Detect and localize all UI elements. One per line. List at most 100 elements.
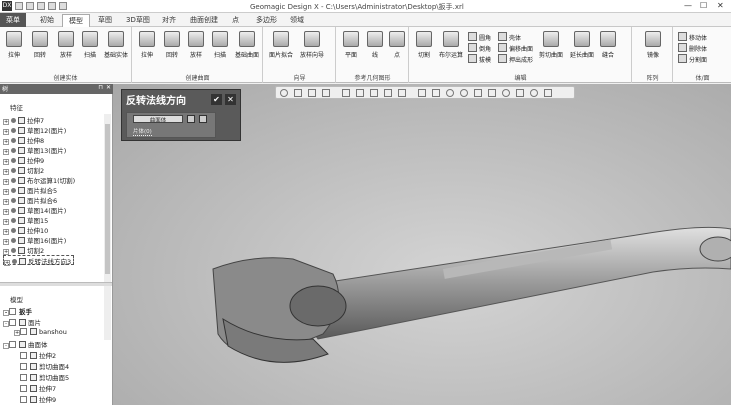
lasso-icon[interactable]	[488, 89, 496, 97]
model-item[interactable]: - 曲面体	[3, 339, 48, 349]
checkbox[interactable]	[20, 363, 27, 370]
move-body-button[interactable]: 移动体	[678, 32, 707, 42]
checkbox[interactable]	[20, 328, 27, 335]
feature-item-active[interactable]: + 反转法线方向3	[3, 255, 75, 266]
feature-item[interactable]: + 拉伸10	[3, 225, 48, 235]
point-button[interactable]: 点	[385, 31, 409, 59]
emboss-button[interactable]: 押出成形	[498, 54, 533, 64]
model-item[interactable]: 拉伸9	[20, 394, 56, 404]
tab-point[interactable]: 点	[232, 15, 239, 25]
sew-button[interactable]: 缝合	[596, 31, 620, 59]
tab-surface-create[interactable]: 曲面创建	[190, 15, 218, 25]
feature-item[interactable]: + 草图16(面片)	[3, 235, 66, 245]
tab-polygon[interactable]: 多边形	[256, 15, 277, 25]
section-icon[interactable]	[398, 89, 406, 97]
view-top-icon[interactable]	[356, 89, 364, 97]
tab-3d-sketch[interactable]: 3D草图	[126, 15, 150, 25]
sweep-surface-button[interactable]: 扫描	[208, 31, 232, 59]
new-file-icon[interactable]	[15, 2, 23, 10]
model-item[interactable]: 剪切曲面5	[20, 372, 69, 382]
feature-item[interactable]: + 拉伸7	[3, 115, 44, 125]
feature-item[interactable]: + 草图14(面片)	[3, 205, 66, 215]
feature-tree-scrollbar[interactable]	[104, 114, 111, 340]
feature-item[interactable]: + 面片拟合5	[3, 185, 57, 195]
display-icon[interactable]	[516, 89, 524, 97]
tab-region[interactable]: 领域	[290, 15, 304, 25]
revolve-solid-button[interactable]: 回转	[28, 31, 52, 59]
loft-surface-button[interactable]: 放样	[184, 31, 208, 59]
reverse-arrow-icon[interactable]	[199, 115, 207, 123]
cut-button[interactable]: 切割	[412, 31, 436, 59]
checkbox[interactable]	[9, 341, 16, 348]
minimize-button[interactable]: —	[684, 1, 692, 10]
redo-icon[interactable]	[59, 2, 67, 10]
filter-icon[interactable]	[474, 89, 482, 97]
checkbox[interactable]	[20, 385, 27, 392]
base-surface-button[interactable]: 基础曲面	[235, 31, 259, 59]
chamfer-button[interactable]: 倒角	[468, 43, 491, 53]
close-panel-button[interactable]: ✕	[106, 84, 111, 91]
view-rect-icon[interactable]	[294, 89, 302, 97]
open-file-icon[interactable]	[26, 2, 34, 10]
feature-item[interactable]: + 切割2	[3, 165, 44, 175]
shell-button[interactable]: 壳体	[498, 32, 521, 42]
feature-item[interactable]: + 拉伸8	[3, 135, 44, 145]
checkbox[interactable]	[20, 374, 27, 381]
mesh-fit-button[interactable]: 面片拟合	[266, 31, 296, 59]
mirror-button[interactable]: 镜像	[641, 31, 665, 59]
target-icon[interactable]	[187, 115, 195, 123]
model-item[interactable]: 剪切曲面4	[20, 361, 69, 371]
extrude-solid-button[interactable]: 拉伸	[2, 31, 26, 59]
extend-surface-button[interactable]: 延长曲面	[567, 31, 597, 59]
view-front-icon[interactable]	[342, 89, 350, 97]
close-window-button[interactable]: ✕	[717, 1, 724, 10]
tab-sketch[interactable]: 草图	[98, 15, 112, 25]
trim-surface-button[interactable]: 剪切曲面	[536, 31, 566, 59]
draft-button[interactable]: 拔模	[468, 54, 491, 64]
extrude-surface-button[interactable]: 拉伸	[135, 31, 159, 59]
revolve-surface-button[interactable]: 回转	[160, 31, 184, 59]
select-line-icon[interactable]	[418, 89, 426, 97]
delete-body-button[interactable]: 删除体	[678, 43, 707, 53]
loft-solid-button[interactable]: 放样	[54, 31, 78, 59]
undo-icon[interactable]	[48, 2, 56, 10]
view-side-icon[interactable]	[370, 89, 378, 97]
fillet-button[interactable]: 圆角	[468, 32, 491, 42]
split-face-button[interactable]: 分割面	[678, 54, 707, 64]
model-item[interactable]: 拉伸2	[20, 350, 56, 360]
feature-item[interactable]: + 布尔运算1(切割)	[3, 175, 75, 185]
base-solid-button[interactable]: 基础实体	[104, 31, 128, 59]
save-icon[interactable]	[37, 2, 45, 10]
loft-wizard-button[interactable]: 放样向导	[296, 31, 328, 59]
feature-item[interactable]: + 面片拟合6	[3, 195, 57, 205]
model-item[interactable]: + banshou	[14, 328, 67, 338]
offset-surface-button[interactable]: 偏移曲面	[498, 43, 533, 53]
feature-item[interactable]: + 草图15	[3, 215, 48, 225]
cancel-button[interactable]: ✕	[225, 94, 236, 105]
feature-item[interactable]: + 拉伸9	[3, 155, 44, 165]
checkbox[interactable]	[9, 319, 16, 326]
tab-initial[interactable]: 初始	[40, 15, 54, 25]
paint-select-icon[interactable]	[502, 89, 510, 97]
checkbox[interactable]	[20, 352, 27, 359]
3d-viewport[interactable]: 反转法线方向 ✔ ✕ 曲面体 片体(0)	[113, 84, 731, 405]
checkbox[interactable]	[20, 396, 27, 403]
select-plane-icon[interactable]	[432, 89, 440, 97]
boolean-button[interactable]: 布尔运算	[437, 31, 465, 59]
view-box-icon[interactable]	[322, 89, 330, 97]
tab-model[interactable]: 模型	[62, 14, 90, 27]
scrollbar-thumb[interactable]	[105, 124, 110, 274]
view-iso-icon[interactable]	[384, 89, 392, 97]
feature-item[interactable]: + 切割2	[3, 245, 44, 255]
select-body-icon[interactable]	[460, 89, 468, 97]
model-item[interactable]: 拉伸7	[20, 383, 56, 393]
surface-body-field[interactable]: 曲面体	[133, 115, 183, 124]
plane-button[interactable]: 平面	[339, 31, 363, 59]
ok-button[interactable]: ✔	[211, 94, 222, 105]
tab-align[interactable]: 对齐	[162, 15, 176, 25]
panel-splitter[interactable]	[0, 282, 112, 286]
model-item[interactable]: - 面片	[3, 317, 41, 327]
feature-item[interactable]: + 草图12(面片)	[3, 125, 66, 135]
line-button[interactable]: 线	[363, 31, 387, 59]
settings-icon[interactable]	[544, 89, 552, 97]
